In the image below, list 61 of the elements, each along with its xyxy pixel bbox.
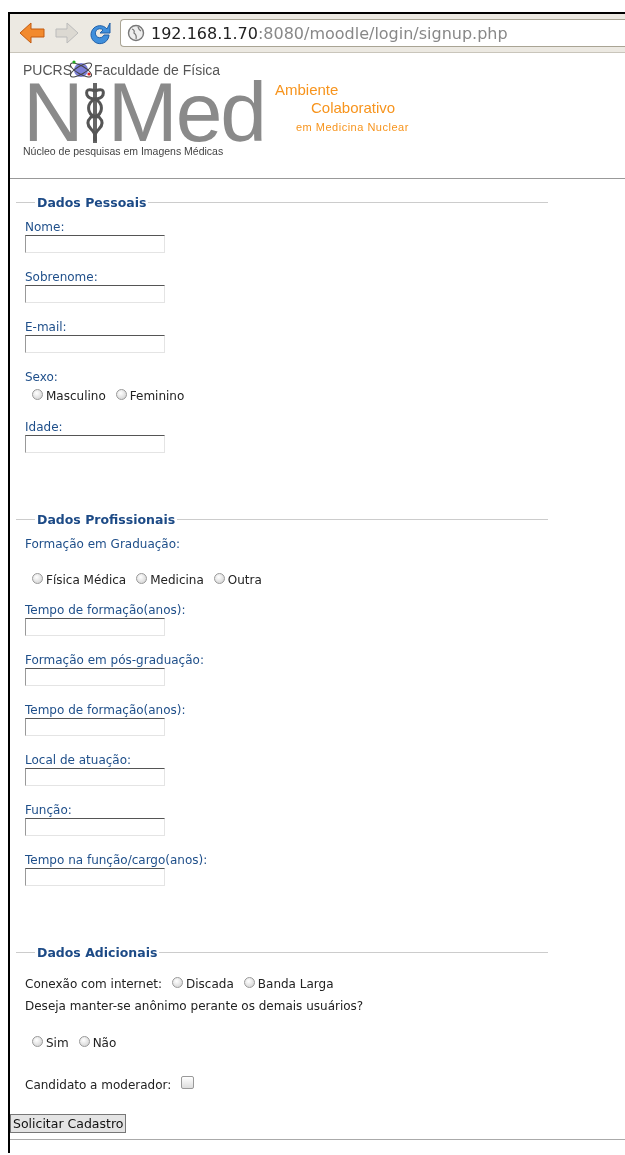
input-field[interactable] <box>25 335 165 353</box>
input-field[interactable] <box>25 768 165 786</box>
radio-button[interactable] <box>136 573 148 584</box>
section-legend: Dados Pessoais <box>35 195 149 210</box>
field-label: Tempo de formação(anos): <box>25 703 187 718</box>
section-legend: Dados Adicionais <box>35 945 160 960</box>
input-field[interactable] <box>25 668 165 686</box>
logo-text: N <box>23 79 82 145</box>
input-field[interactable] <box>25 285 165 303</box>
address-bar[interactable]: 192.168.1.70:8080/moodle/login/signup.php <box>120 19 625 47</box>
field-label: Função: <box>25 803 73 818</box>
field-label: Conexão com internet: <box>25 977 163 992</box>
input-field[interactable] <box>25 618 165 636</box>
section-legend: Dados Profissionais <box>35 512 178 527</box>
option-label: Feminino <box>129 389 185 404</box>
option-label: Física Médica <box>46 573 127 588</box>
field-label: Formação em Graduação: <box>25 537 182 552</box>
radio-button[interactable] <box>243 977 255 988</box>
question-label: Deseja manter-se anônimo perante os demais usuários? <box>25 999 365 1014</box>
radio-button[interactable] <box>32 1036 43 1047</box>
checkbox[interactable] <box>181 1075 195 1089</box>
option-label: Medicina <box>150 573 204 588</box>
tagline: Colaborativo <box>310 99 397 117</box>
institution-name: PUCRS <box>23 62 72 78</box>
option-label: Outra <box>227 573 262 588</box>
field-label: Tempo na função/cargo(anos): <box>25 853 209 868</box>
field-label: Candidato a moderador: <box>25 1077 172 1093</box>
reload-icon[interactable] <box>88 21 112 45</box>
option-label: Masculino <box>46 389 106 404</box>
field-label: Sobrenome: <box>25 270 99 285</box>
option-label: Sim <box>46 1036 69 1051</box>
field-label: Tempo de formação(anos): <box>25 603 187 618</box>
caduceus-icon <box>82 81 107 143</box>
field-label: Idade: <box>25 420 64 435</box>
submit-button[interactable]: Solicitar Cadastro <box>10 1114 127 1133</box>
faculty-name: Faculdade de Física <box>94 62 221 78</box>
option-label: Banda Larga <box>257 977 334 992</box>
input-field[interactable] <box>25 818 165 836</box>
logo-subtitle: Núcleo de pesquisas em Imagens Médicas <box>23 145 225 157</box>
back-icon[interactable] <box>18 21 46 45</box>
field-label: Formação em pós-graduação: <box>25 653 205 668</box>
radio-button[interactable] <box>172 977 184 988</box>
logo-text: Med <box>107 79 266 145</box>
radio-button[interactable] <box>32 389 43 400</box>
field-label: E-mail: <box>25 320 68 335</box>
field-label: Nome: <box>25 220 66 235</box>
tagline: Ambiente <box>275 81 340 99</box>
field-label: Sexo: <box>25 370 59 385</box>
option-label: Não <box>92 1036 117 1051</box>
input-field[interactable] <box>25 435 165 453</box>
radio-button[interactable] <box>78 1036 90 1047</box>
input-field[interactable] <box>25 718 165 736</box>
tagline: em Medicina Nuclear <box>295 121 409 133</box>
option-label: Discada <box>186 977 234 992</box>
radio-button[interactable] <box>213 573 225 584</box>
input-field[interactable] <box>25 235 165 253</box>
radio-button[interactable] <box>32 573 43 584</box>
field-label: Local de atuação: <box>25 753 133 768</box>
input-field[interactable] <box>25 868 165 886</box>
globe-icon <box>127 24 145 42</box>
radio-button[interactable] <box>115 389 127 400</box>
